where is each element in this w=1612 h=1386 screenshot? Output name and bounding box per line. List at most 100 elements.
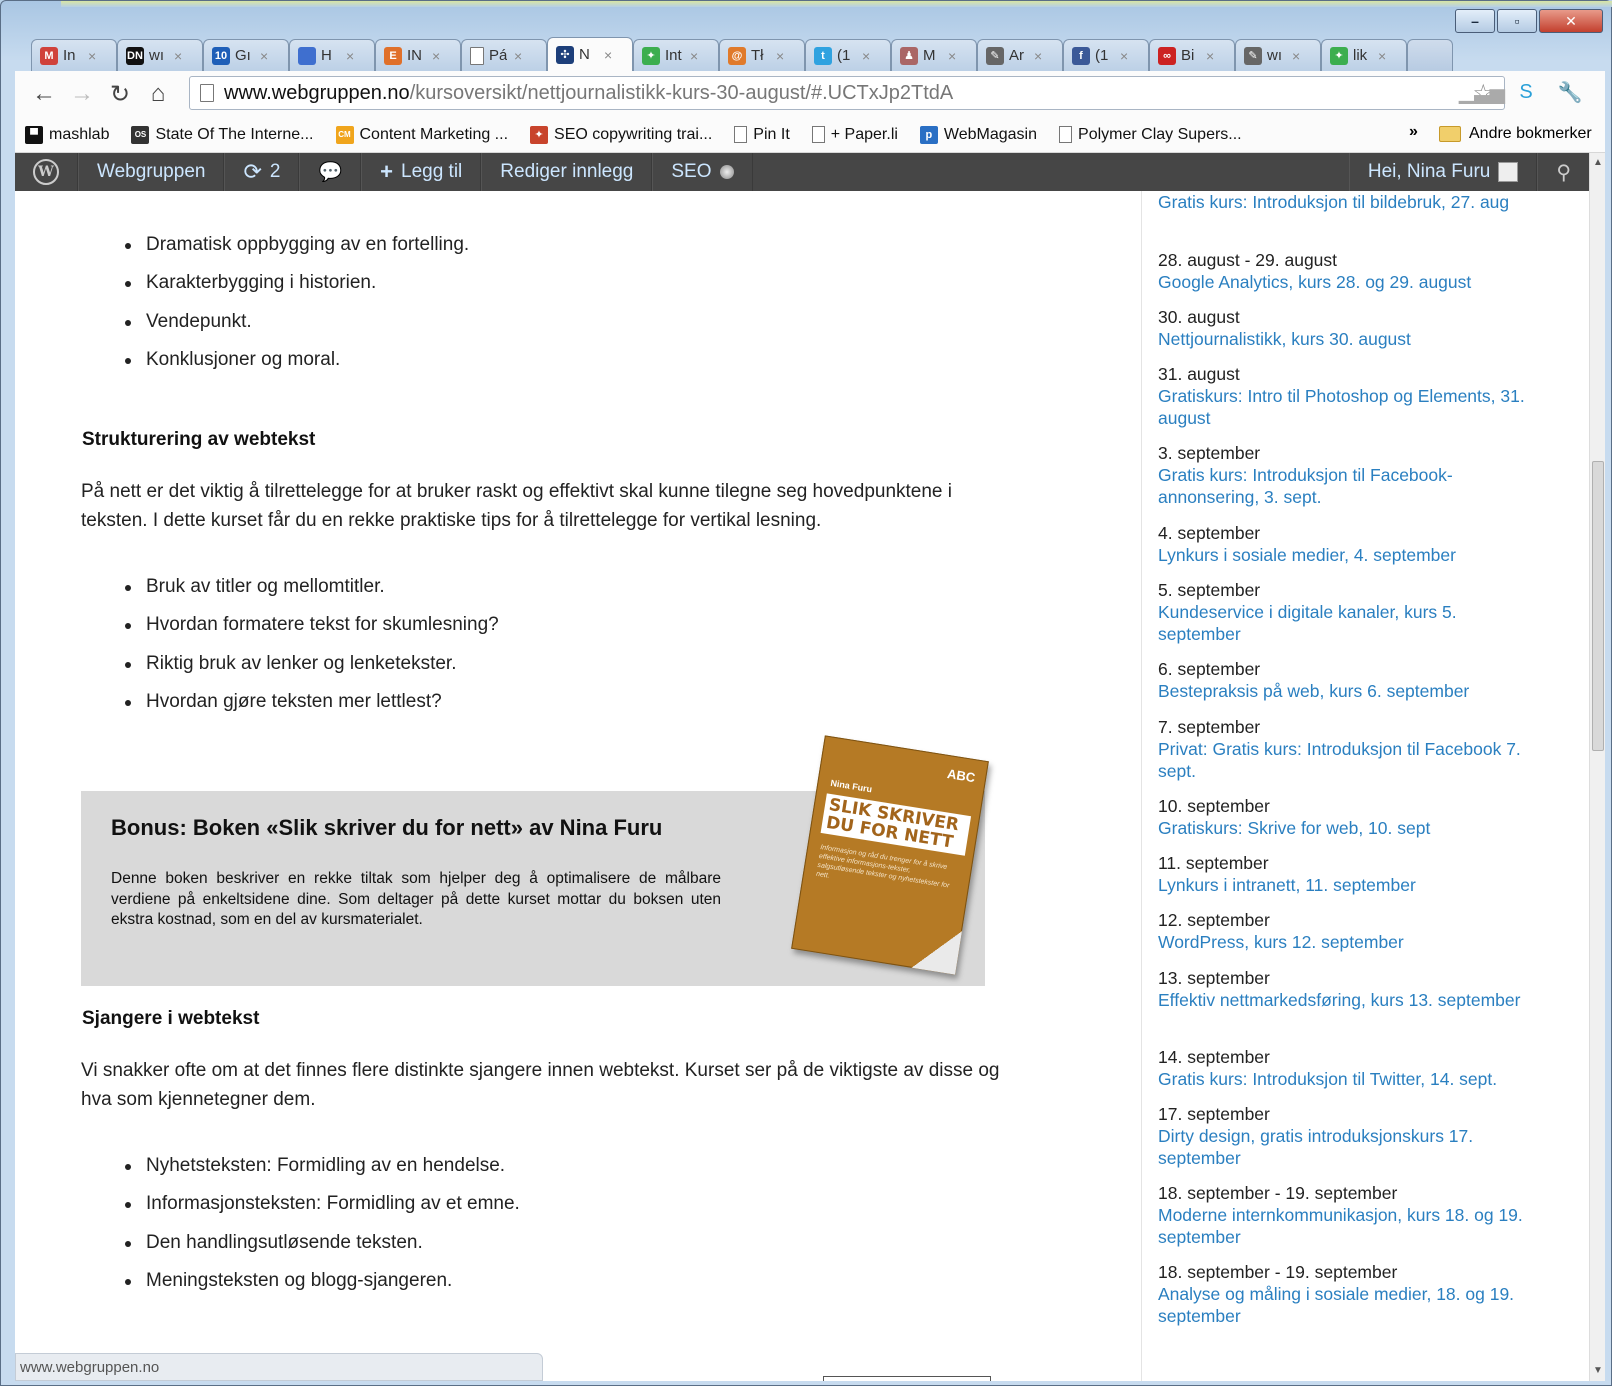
tab-close-icon[interactable]: × [1034,48,1042,64]
tab-7[interactable]: ✦ Int × [633,39,719,71]
new-tab-button[interactable] [1407,39,1453,71]
course-link[interactable]: Bestepraksis på web, kurs 6. september [1158,680,1538,702]
tab-close-icon[interactable]: × [346,48,354,64]
tab-close-icon[interactable]: × [1206,48,1214,64]
scroll-down-arrow-icon[interactable]: ▼ [1592,1365,1604,1376]
tab-close-icon[interactable]: × [174,48,182,64]
course-link[interactable]: Lynkurs i sosiale medier, 4. september [1158,544,1538,566]
wp-admin-bar: W Webgruppen ⟳ 2 💬 + Legg til Rediger in… [15,153,1589,191]
edit-post-link[interactable]: Rediger innlegg [481,153,653,191]
other-bookmarks[interactable]: Andre bokmerker [1439,125,1592,143]
wrench-icon[interactable]: 🔧 [1557,79,1583,105]
tab-close-icon[interactable]: × [948,48,956,64]
address-bar[interactable]: www.webgruppen.no/kursoversikt/nettjourn… [189,76,1505,110]
course-link[interactable]: Moderne internkommunikasjon, kurs 18. og… [1158,1204,1538,1248]
skype-icon[interactable]: S [1513,79,1539,105]
tab-close-icon[interactable]: × [690,48,698,64]
scroll-up-arrow-icon[interactable]: ▲ [1592,157,1604,168]
course-link[interactable]: WordPress, kurs 12. september [1158,931,1538,953]
minimize-button[interactable]: – [1455,9,1495,33]
scroll-thumb[interactable] [1592,461,1604,751]
tab-15[interactable]: ✦ lik × [1321,39,1407,71]
topic-list-1: Dramatisk oppbygging av en fortelling. Ka… [123,226,469,379]
reload-icon[interactable]: ↻ [101,75,139,113]
tab-close-icon[interactable]: × [604,47,612,63]
tab-6[interactable]: ✣ N × [547,37,633,71]
course-link[interactable]: Kundeservice i digitale kanaler, kurs 5.… [1158,601,1538,645]
add-new-link[interactable]: + Legg til [361,153,482,191]
tab-0[interactable]: M In × [31,39,117,71]
tab-close-icon[interactable]: × [776,48,784,64]
tab-close-icon[interactable]: × [432,48,440,64]
course-link[interactable]: Effektiv nettmarkedsføring, kurs 13. sep… [1158,989,1538,1011]
tab-close-icon[interactable]: × [862,48,870,64]
bookmark-3[interactable]: ✦ SEO copywriting trai... [530,125,712,144]
seo-status-icon [719,165,734,179]
page-scrollbar[interactable]: ▲ ▼ [1589,153,1605,1381]
tab-close-icon[interactable]: × [1378,48,1386,64]
tab-1[interactable]: DN wı × [117,39,203,71]
tab-close-icon[interactable]: × [88,48,96,64]
stats-icon[interactable]: ▁▃▅ [1459,79,1505,105]
seo-label: SEO [671,161,712,182]
course-link[interactable]: Gratiskurs: Skrive for web, 10. sept [1158,817,1538,839]
course-link[interactable]: Gratis kurs: Introduksjon til Twitter, 1… [1158,1068,1538,1090]
course-event: 10. september Gratiskurs: Skrive for web,… [1158,795,1538,839]
other-bookmarks-label: Andre bokmerker [1469,125,1592,142]
tab-4[interactable]: E IN × [375,39,461,71]
tab-2[interactable]: 10 Gı × [203,39,289,71]
course-link[interactable]: Gratis kurs: Introduksjon til bildebruk,… [1158,191,1538,213]
list-item: Karakterbygging i historien. [123,264,469,302]
site-name-link[interactable]: Webgruppen [78,153,225,191]
tab-12[interactable]: f (1 × [1063,39,1149,71]
tab-5[interactable]: Pá × [461,39,547,71]
course-link[interactable]: Nettjournalistikk, kurs 30. august [1158,328,1538,350]
course-link[interactable]: Privat: Gratis kurs: Introduksjon til Fa… [1158,738,1538,782]
tab-title: Int [665,47,682,64]
back-arrow-icon[interactable]: ← [25,75,63,113]
tab-13[interactable]: ∞ Bi × [1149,39,1235,71]
course-link[interactable]: Gratis kurs: Introduksjon til Facebook-a… [1158,464,1538,508]
updates-icon: ⟳ [243,159,262,184]
course-link[interactable]: Lynkurs i intranett, 11. september [1158,874,1538,896]
course-link[interactable]: Dirty design, gratis introduksjonskurs 1… [1158,1125,1538,1169]
tab-3[interactable]: H × [289,39,375,71]
tab-11[interactable]: ✎ Ar × [977,39,1063,71]
course-link[interactable]: Google Analytics, kurs 28. og 29. august [1158,271,1538,293]
plus-icon: + [380,159,393,184]
tab-title: Tł [751,47,764,64]
seo-menu[interactable]: SEO [652,153,753,191]
course-link[interactable]: Gratiskurs: Intro til Photoshop og Eleme… [1158,385,1538,429]
bookmark-1[interactable]: OS State Of The Interne... [131,125,314,144]
tab-close-icon[interactable]: × [514,48,522,64]
course-date: 11. september [1158,853,1269,873]
tab-9[interactable]: t (1 × [805,39,891,71]
search-toggle[interactable]: ⚲ [1537,153,1589,191]
forward-arrow-icon[interactable]: → [63,75,101,113]
bookmark-7[interactable]: Polymer Clay Supers... [1059,126,1242,144]
tab-close-icon[interactable]: × [1292,48,1300,64]
tab-14[interactable]: ✎ wı × [1235,39,1321,71]
bookmark-5[interactable]: + Paper.li [811,126,898,144]
bookmark-0[interactable]: ▀ mashlab [25,125,109,144]
bookmark-2[interactable]: CM Content Marketing ... [335,125,508,144]
course-link[interactable]: Analyse og måling i sosiale medier, 18. … [1158,1283,1538,1327]
bookmarks-more-chevron-icon[interactable]: » [1409,123,1418,141]
close-button[interactable]: ✕ [1539,9,1603,33]
tab-10[interactable]: ♟ M × [891,39,977,71]
bookmark-6[interactable]: p WebMagasin [919,125,1037,144]
wp-menu[interactable]: W [15,153,78,191]
bookmark-4[interactable]: Pin It [734,126,790,144]
home-icon[interactable]: ⌂ [139,75,177,113]
tab-8[interactable]: @ Tł × [719,39,805,71]
course-date: 28. august - 29. august [1158,250,1338,270]
comments-link[interactable]: 💬 [299,153,362,191]
topic-list-2: Bruk av titler og mellomtitler. Hvordan f… [123,568,499,721]
my-account-link[interactable]: Hei, Nina Furu [1348,153,1538,191]
tab-close-icon[interactable]: × [260,48,268,64]
maximize-button[interactable]: ▫ [1497,9,1537,33]
list-item: Informasjonsteksten: Formidling av et em… [123,1185,520,1223]
updates-link[interactable]: ⟳ 2 [224,153,300,191]
tab-close-icon[interactable]: × [1120,48,1128,64]
list-item: Vendepunkt. [123,303,469,341]
